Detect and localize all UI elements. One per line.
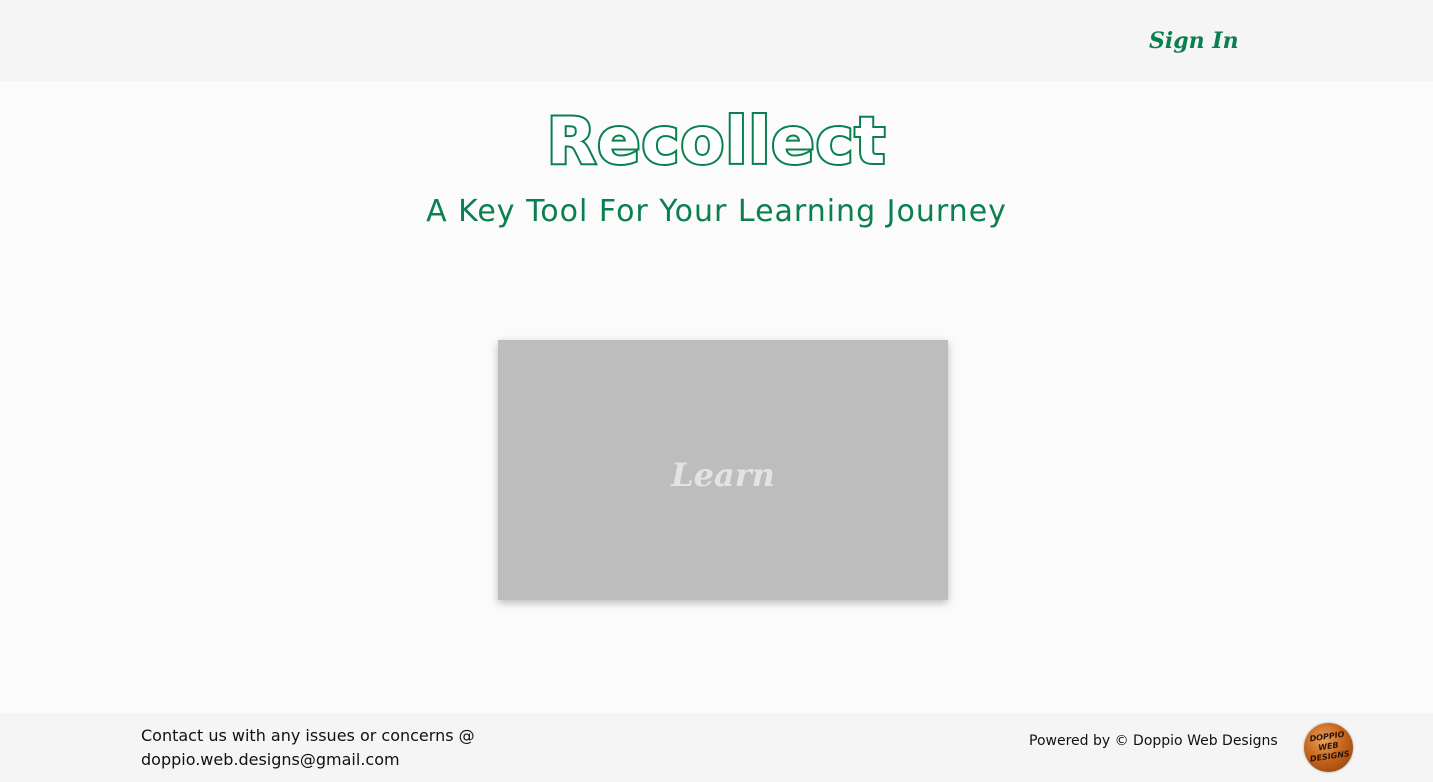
powered-by-text: Powered by © Doppio Web Designs (1029, 733, 1278, 749)
learn-card[interactable]: Learn (498, 340, 948, 600)
app-title: Recollect (545, 103, 887, 181)
top-nav-bar: Sign In (0, 0, 1433, 81)
learn-card-label: Learn (671, 456, 775, 494)
sign-in-link[interactable]: Sign In (1149, 26, 1239, 56)
footer: Contact us with any issues or concerns @… (0, 713, 1433, 782)
app-tagline: A Key Tool For Your Learning Journey (426, 194, 1007, 229)
contact-info: Contact us with any issues or concerns @… (141, 724, 561, 772)
doppio-logo: DOPPIO WEB DESIGNS (1304, 723, 1353, 772)
contact-text: Contact us with any issues or concerns @ (141, 726, 475, 745)
page: Sign In Recollect A Key Tool For Your Le… (0, 0, 1433, 782)
contact-email-link[interactable]: doppio.web.designs@gmail.com (141, 748, 561, 772)
logo-lettering: DOPPIO WEB DESIGNS (1309, 729, 1351, 764)
